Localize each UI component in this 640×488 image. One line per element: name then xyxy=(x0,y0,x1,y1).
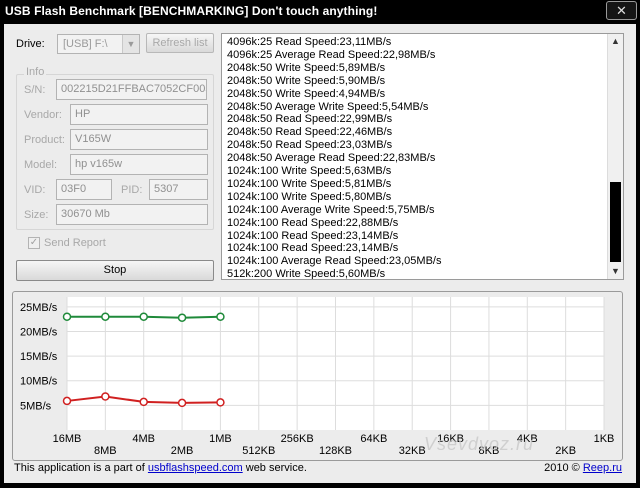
log-line: 2048k:50 Read Speed:22,46MB/s xyxy=(227,126,393,139)
model-label: Model: xyxy=(24,159,58,171)
main-window: Drive: [USB] F:\ ▼ Refresh list Info S/N… xyxy=(4,24,636,483)
sn-label: S/N: xyxy=(24,84,46,96)
x-tick-label: 512KB xyxy=(242,445,275,457)
copyright-year: 2010 © xyxy=(544,462,583,474)
log-line: 2048k:50 Write Speed:5,89MB/s xyxy=(227,61,386,74)
x-tick-label: 128KB xyxy=(319,445,352,457)
x-tick-label: 2KB xyxy=(555,445,576,457)
log-line: 1024k:100 Average Write Speed:5,75MB/s xyxy=(227,203,435,216)
stop-button[interactable]: Stop xyxy=(16,260,214,281)
y-tick-label: 20MB/s xyxy=(20,326,58,338)
send-report-label: Send Report xyxy=(44,237,106,249)
x-tick-label: 64KB xyxy=(360,433,387,445)
log-line: 4096k:25 Read Speed:23,11MB/s xyxy=(227,36,392,48)
reep-link[interactable]: Reep.ru xyxy=(583,462,622,474)
x-tick-label: 4MB xyxy=(132,433,155,445)
log-line: 2048k:50 Write Speed:4,94MB/s xyxy=(227,87,386,100)
sn-field: 002215D21FFBAC7052CF005 xyxy=(56,79,207,100)
log-line: 1024k:100 Write Speed:5,81MB/s xyxy=(227,177,392,190)
y-tick-label: 10MB/s xyxy=(20,376,58,388)
y-tick-label: 25MB/s xyxy=(20,302,58,314)
x-tick-label: 1MB xyxy=(209,433,232,445)
close-icon: ✕ xyxy=(616,3,627,18)
vid-field: 03F0 xyxy=(56,179,112,200)
log-line: 1024k:100 Write Speed:5,63MB/s xyxy=(227,165,392,177)
data-point xyxy=(216,312,225,321)
footer-text: This application is a part of usbflashsp… xyxy=(14,462,307,474)
send-report-checkbox[interactable]: ✓ xyxy=(28,237,40,249)
model-field: hp v165w xyxy=(70,154,208,175)
scroll-down-icon[interactable]: ▼ xyxy=(608,264,623,279)
log-line: 2048k:50 Read Speed:23,03MB/s xyxy=(227,139,393,152)
info-group-title: Info xyxy=(24,66,47,78)
log-line: 4096k:25 Average Read Speed:22,98MB/s xyxy=(227,48,436,61)
log-scrollbar[interactable]: ▲ ▼ xyxy=(607,34,623,279)
log-line: 512k:200 Write Speed:5,60MB/s xyxy=(227,268,386,280)
vendor-label: Vendor: xyxy=(24,109,62,121)
x-tick-label: 8MB xyxy=(94,445,117,457)
drive-select[interactable]: [USB] F:\ ▼ xyxy=(57,34,140,54)
scroll-up-icon[interactable]: ▲ xyxy=(608,34,623,49)
x-tick-label: 32KB xyxy=(399,445,426,457)
y-tick-label: 5MB/s xyxy=(20,400,52,412)
data-point xyxy=(177,313,187,322)
window-title: USB Flash Benchmark [BENCHMARKING] Don't… xyxy=(5,4,378,18)
log-line: 2048k:50 Average Write Speed:5,54MB/s xyxy=(227,100,429,113)
chevron-down-icon[interactable]: ▼ xyxy=(122,35,139,53)
pid-field: 5307 xyxy=(149,179,208,200)
log-line: 2048k:50 Write Speed:5,90MB/s xyxy=(227,74,386,87)
scrollbar-thumb[interactable] xyxy=(610,182,621,262)
title-bar: USB Flash Benchmark [BENCHMARKING] Don't… xyxy=(0,0,640,22)
footer-suffix: web service. xyxy=(242,462,307,474)
pid-label: PID: xyxy=(121,184,143,196)
drive-label: Drive: xyxy=(16,38,45,50)
log-line: 1024k:100 Read Speed:23,14MB/s xyxy=(227,229,399,242)
data-point xyxy=(62,312,72,321)
product-label: Product: xyxy=(24,134,65,146)
size-field: 30670 Mb xyxy=(56,204,208,225)
vendor-field: HP xyxy=(70,104,208,125)
data-point xyxy=(177,398,187,408)
usbflashspeed-link[interactable]: usbflashspeed.com xyxy=(148,462,243,474)
results-log[interactable]: ▲ ▼ 4096k:25 Read Speed:23,11MB/s 4096k:2… xyxy=(221,33,624,280)
data-point xyxy=(139,397,148,407)
product-field: V165W xyxy=(70,129,208,150)
data-point xyxy=(139,312,148,321)
y-tick-label: 15MB/s xyxy=(20,351,58,363)
log-line: 1024k:100 Write Speed:5,80MB/s xyxy=(227,190,392,203)
data-point xyxy=(216,398,225,407)
footer-prefix: This application is a part of xyxy=(14,462,148,474)
close-button[interactable]: ✕ xyxy=(606,1,637,20)
log-line: 1024k:100 Average Read Speed:23,05MB/s xyxy=(227,255,442,268)
speed-chart: 25MB/s 20MB/s 15MB/s 10MB/s 5MB/s 16MB 8MB 4MB 2… xyxy=(20,297,615,457)
drive-select-value: [USB] F:\ xyxy=(63,38,108,50)
log-line: 1024k:100 Read Speed:22,88MB/s xyxy=(227,216,399,229)
data-point xyxy=(62,396,72,406)
vid-label: VID: xyxy=(24,184,46,196)
copyright: 2010 © Reep.ru xyxy=(544,462,622,474)
log-line: 2048k:50 Read Speed:22,99MB/s xyxy=(227,113,393,126)
x-tick-label: 2MB xyxy=(171,445,194,457)
log-line: 1024k:100 Read Speed:23,14MB/s xyxy=(227,242,399,255)
data-point xyxy=(101,312,110,321)
x-tick-label: 256KB xyxy=(281,433,314,445)
x-tick-label: 16MB xyxy=(53,433,82,445)
refresh-list-button[interactable]: Refresh list xyxy=(146,33,214,53)
x-tick-label: 1KB xyxy=(594,433,615,445)
log-line: 2048k:50 Average Read Speed:22,83MB/s xyxy=(227,152,436,165)
size-label: Size: xyxy=(24,209,49,221)
data-point xyxy=(101,392,110,401)
watermark-logo: Vsevdvoz.ru xyxy=(424,434,535,454)
